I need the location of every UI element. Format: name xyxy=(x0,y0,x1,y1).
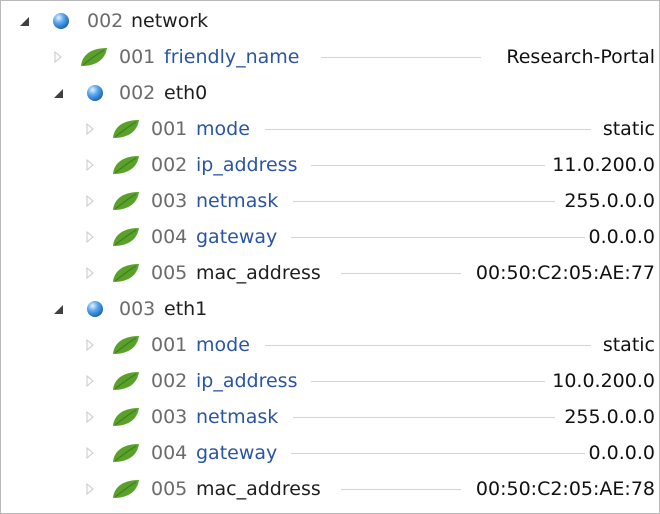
node-index: 001 xyxy=(151,334,188,356)
node-label: gateway xyxy=(196,226,278,248)
node-value: 0.0.0.0 xyxy=(588,442,655,464)
green-leaf-icon xyxy=(111,363,141,399)
tree-node-eth1-mac-address[interactable]: 005 mac_address 00:50:C2:05:AE:78 xyxy=(1,471,659,507)
tree-view: 002 network 001 friendly_name Research-P… xyxy=(0,0,660,514)
collapsed-triangle-icon xyxy=(51,39,65,75)
node-value: static xyxy=(602,334,655,356)
node-label: friendly_name xyxy=(164,46,300,68)
tree-node-eth0[interactable]: 002 eth0 xyxy=(1,75,659,111)
blue-sphere-icon xyxy=(85,291,105,327)
collapsed-triangle-icon xyxy=(83,471,97,507)
node-value: 255.0.0.0 xyxy=(564,190,655,212)
node-value: 11.0.200.0 xyxy=(552,154,655,176)
node-label: gateway xyxy=(196,442,278,464)
tree-node-eth1-gateway[interactable]: 004 gateway 0.0.0.0 xyxy=(1,435,659,471)
node-index: 001 xyxy=(151,118,188,140)
tree-node-eth0-netmask[interactable]: 003 netmask 255.0.0.0 xyxy=(1,183,659,219)
node-label: ip_address xyxy=(196,370,298,392)
leader-line xyxy=(293,201,555,202)
tree-node-eth0-mode[interactable]: 001 mode static xyxy=(1,111,659,147)
node-index: 002 xyxy=(119,82,156,104)
node-index: 004 xyxy=(151,226,188,248)
leader-line xyxy=(341,489,461,490)
node-value: Research-Portal xyxy=(506,46,655,68)
node-label: mode xyxy=(196,334,250,356)
tree-node-friendly-name[interactable]: 001 friendly_name Research-Portal xyxy=(1,39,659,75)
node-value: 00:50:C2:05:AE:77 xyxy=(475,262,655,284)
leader-line xyxy=(291,453,585,454)
tree-node-eth0-gateway[interactable]: 004 gateway 0.0.0.0 xyxy=(1,219,659,255)
collapsed-triangle-icon xyxy=(83,219,97,255)
collapsed-triangle-icon xyxy=(83,111,97,147)
node-label: mac_address xyxy=(196,478,321,500)
leader-line xyxy=(291,237,585,238)
expanded-triangle-icon[interactable] xyxy=(51,291,65,327)
green-leaf-icon xyxy=(111,471,141,507)
node-value: 00:50:C2:05:AE:78 xyxy=(475,478,655,500)
node-index: 005 xyxy=(151,478,188,500)
collapsed-triangle-icon xyxy=(83,327,97,363)
green-leaf-icon xyxy=(111,219,141,255)
collapsed-triangle-icon xyxy=(83,399,97,435)
leader-line xyxy=(321,57,481,58)
green-leaf-icon xyxy=(79,39,109,75)
tree-node-eth1-ip-address[interactable]: 002 ip_address 10.0.200.0 xyxy=(1,363,659,399)
green-leaf-icon xyxy=(111,183,141,219)
leader-line xyxy=(311,381,545,382)
node-label: mac_address xyxy=(196,262,321,284)
tree-node-eth0-ip-address[interactable]: 002 ip_address 11.0.200.0 xyxy=(1,147,659,183)
node-value: 10.0.200.0 xyxy=(552,370,655,392)
leader-line xyxy=(341,273,461,274)
tree-node-eth1-mode[interactable]: 001 mode static xyxy=(1,327,659,363)
leader-line xyxy=(265,345,591,346)
node-index: 005 xyxy=(151,262,188,284)
collapsed-triangle-icon xyxy=(83,255,97,291)
leader-line xyxy=(311,165,545,166)
tree-node-eth0-mac-address[interactable]: 005 mac_address 00:50:C2:05:AE:77 xyxy=(1,255,659,291)
green-leaf-icon xyxy=(111,147,141,183)
node-index: 002 xyxy=(151,370,188,392)
green-leaf-icon xyxy=(111,435,141,471)
node-index: 001 xyxy=(119,46,156,68)
leader-line xyxy=(293,417,555,418)
blue-sphere-icon xyxy=(85,75,105,111)
node-value: 0.0.0.0 xyxy=(588,226,655,248)
node-label: network xyxy=(131,10,209,32)
green-leaf-icon xyxy=(111,255,141,291)
tree-node-eth1[interactable]: 003 eth1 xyxy=(1,291,659,327)
node-index: 003 xyxy=(151,406,188,428)
node-label: netmask xyxy=(196,190,279,212)
node-label: eth1 xyxy=(164,298,208,320)
node-label: eth0 xyxy=(164,82,208,104)
green-leaf-icon xyxy=(111,111,141,147)
green-leaf-icon xyxy=(111,327,141,363)
collapsed-triangle-icon xyxy=(83,147,97,183)
node-value: 255.0.0.0 xyxy=(564,406,655,428)
tree-node-eth1-netmask[interactable]: 003 netmask 255.0.0.0 xyxy=(1,399,659,435)
leader-line xyxy=(265,129,591,130)
green-leaf-icon xyxy=(111,399,141,435)
collapsed-triangle-icon xyxy=(83,183,97,219)
node-index: 003 xyxy=(119,298,156,320)
node-value: static xyxy=(602,118,655,140)
node-index: 002 xyxy=(87,10,124,32)
blue-sphere-icon xyxy=(51,3,71,39)
node-index: 003 xyxy=(151,190,188,212)
node-label: ip_address xyxy=(196,154,298,176)
node-index: 004 xyxy=(151,442,188,464)
collapsed-triangle-icon xyxy=(83,363,97,399)
expanded-triangle-icon[interactable] xyxy=(17,3,31,39)
tree-node-network[interactable]: 002 network xyxy=(1,3,659,39)
node-label: netmask xyxy=(196,406,279,428)
expanded-triangle-icon[interactable] xyxy=(51,75,65,111)
collapsed-triangle-icon xyxy=(83,435,97,471)
node-label: mode xyxy=(196,118,250,140)
node-index: 002 xyxy=(151,154,188,176)
